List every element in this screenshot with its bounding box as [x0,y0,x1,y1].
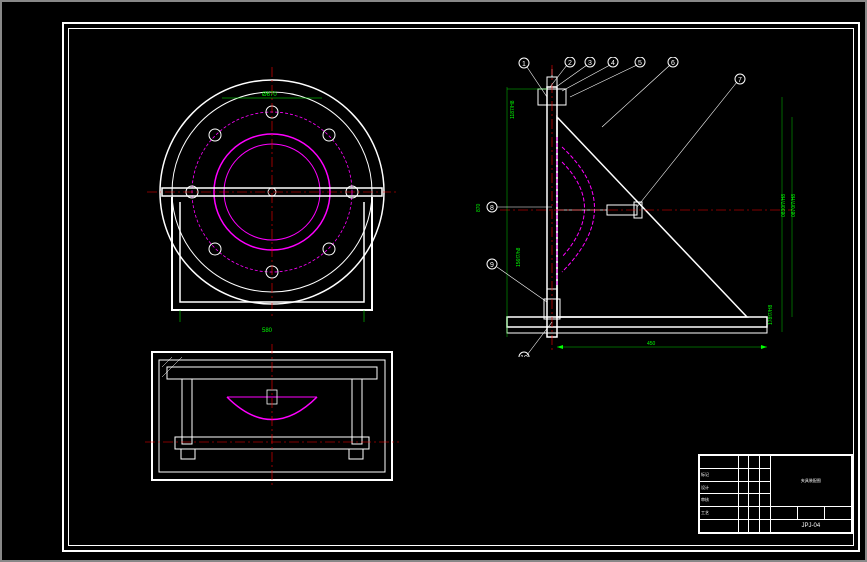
balloon-8: 8 [490,205,494,212]
balloon-1: 1 [522,61,526,68]
front-view-circular: Ø670 [122,62,422,322]
dim-450: 450 [647,341,656,347]
title-block: 夹具装配图 标记 设计 审核 工艺 JPJ-04 [698,454,853,534]
svg-text:580: 580 [262,328,273,334]
dim-870: 870 [476,203,482,212]
balloon-7: 7 [738,77,742,84]
dim-top: 1187/H8 [510,100,516,119]
drawing-number: JPJ-04 [770,520,851,533]
balloon-5: 5 [638,60,642,67]
cad-workspace: Ø670 580 [2,2,865,560]
balloon-9: 9 [490,262,494,269]
dim-left: 156f7/h8 [516,247,522,267]
balloon-2: 2 [568,60,572,67]
balloon-10: 10 [520,355,528,357]
balloon-3: 3 [588,60,592,67]
section-view-right: 870 450 0830f7/H8 0870f7/H8 1187/H8 156f… [452,57,852,357]
plan-view-rectangular [137,342,407,492]
drawing-title: 夹具装配图 [770,456,851,507]
dim-870b: 0870f7/H8 [791,194,797,217]
dim-diameter: Ø670 [262,92,277,98]
balloon-6: 6 [671,60,675,67]
dim-830: 0830f7/H8 [781,194,787,217]
dim-br: 178f7/H8 [768,304,774,325]
dim-580-label: 580 [252,320,312,340]
balloon-4: 4 [611,60,615,67]
